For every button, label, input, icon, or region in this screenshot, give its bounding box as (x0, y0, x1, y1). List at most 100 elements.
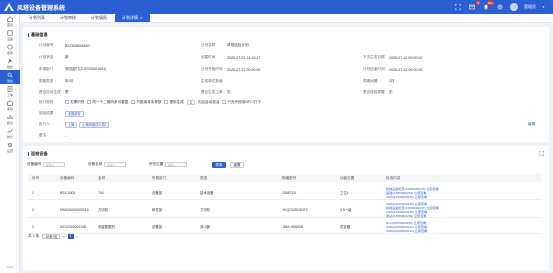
sidebar-item-stats[interactable]: 统计 (0, 126, 20, 140)
sidebar-item-settings[interactable]: 设置 (0, 140, 20, 154)
field-start-date: 计划开始时间 2025-07-07 00:00:00 (201, 67, 261, 72)
sidebar-item-label: 统计 (6, 134, 13, 139)
settings-icon[interactable] (496, 3, 504, 11)
message-badge: 9 (476, 1, 481, 5)
sidebar-item-label: 备件 (6, 50, 13, 55)
field-work-type: 是否生成工单无 (201, 90, 231, 94)
tab-plan-review[interactable]: 计划审核 (53, 14, 83, 22)
close-icon[interactable]: ✕ (140, 16, 143, 20)
field-plan-name: 计划名称 风塔巡检计划 (201, 43, 249, 47)
stock-icon (7, 99, 13, 106)
app-version: V3.0 (6, 265, 14, 269)
search-name: 设备名称 请输入 (88, 162, 127, 167)
chart-icon (7, 114, 13, 119)
order-icon (7, 85, 13, 92)
sidebar-item-label: 设置 (6, 148, 13, 153)
field-gen-type: 是否自动生成是 (39, 90, 69, 94)
doc-links[interactable]: 机械设备检查(ZJ000000233) 立即查看 基础(ZJ000000234)… (382, 187, 542, 199)
checkbox[interactable] (87, 100, 92, 105)
sidebar-item-home[interactable]: 首页 (0, 14, 20, 28)
field-end-date: 计划结束时间 2025-07-12 00:00:00 (363, 67, 423, 72)
code-input[interactable]: 请输入 (43, 162, 66, 167)
field-result: 巡检结果 无需填写 (39, 110, 86, 117)
rule-days-input[interactable]: 2 (186, 100, 195, 105)
rule-days-suffix: 天后自动激活 (197, 100, 220, 104)
field-cycle-value: 周期间隔 1日 (363, 79, 395, 83)
tab-plan-list[interactable]: 计划列表 (22, 14, 52, 22)
field-remind: 是否提前提醒无 (363, 90, 393, 94)
header-actions: 9 99+ 管理员 ▼ (454, 1, 545, 12)
sidebar-item-label: 巡检 (6, 78, 13, 83)
field-remark: 备注 - (39, 133, 67, 138)
rule-option-2[interactable]: 同一个二维码多可重复 (87, 100, 128, 105)
field-executors: 执行人 上海 上海市测试人员1 (39, 121, 111, 128)
rule-option-3[interactable]: 只能填写本考核 (131, 100, 161, 105)
checkbox[interactable] (65, 100, 69, 105)
rule-option-4[interactable]: 提前生成 (164, 100, 184, 105)
doc-links[interactable]: 2025(ZJ000000236) 立即查看 机械设备检查(ZJ00000023… (382, 202, 542, 218)
doc-links[interactable]: Nrm(ZJ000000240) 立即查看 2025(ZJ000000241) … (382, 221, 542, 233)
parts-icon (7, 43, 13, 50)
reset-button[interactable]: 重置 (230, 162, 244, 168)
sidebar-item-maintain[interactable]: 维护 (0, 56, 20, 70)
fullscreen-icon[interactable] (454, 3, 462, 11)
checkbox[interactable] (131, 100, 136, 105)
chevron-down-icon[interactable]: ▼ (542, 5, 545, 9)
wrench-icon (7, 58, 13, 63)
sidebar-item-label: 首页 (6, 22, 13, 27)
bell-icon[interactable]: 99+ (482, 1, 495, 11)
executor-tag: 上海 (65, 121, 78, 128)
tab-plan-fill[interactable]: 计划填报 (84, 14, 114, 22)
search-location: 所在位置 请输入 (149, 162, 188, 167)
section-title: 基础信息 (28, 32, 48, 38)
inspect-icon (7, 72, 13, 78)
sidebar-item-device[interactable]: 设备 (0, 28, 20, 42)
rule-option-1[interactable]: 无需识别 (65, 100, 84, 105)
sidebar-item-parts[interactable]: 备件 (0, 42, 20, 56)
location-input[interactable]: 请输入 (165, 162, 188, 167)
basic-info-card: 基础信息 计划编号 BX2508006562 计划名称 风塔巡检计划 计划状态新 创… (23, 27, 549, 142)
prev-page-icon[interactable]: ‹ (63, 235, 64, 239)
table-row[interactable]: 1 BSX-0001 744 设备部 技术设备 15087111 工位1 机械设… (28, 186, 542, 200)
edit-executors-link[interactable]: 编辑 (528, 122, 535, 127)
sidebar-item-report[interactable]: 报表 (0, 112, 20, 126)
gear-icon (7, 142, 13, 147)
checkbox[interactable] (164, 100, 169, 105)
sidebar-item-inspect[interactable]: 巡检 (0, 70, 20, 84)
table-row[interactable]: 3 DEV2025000148 测量数据机 设备部 测-1器 JMIX-H560… (28, 220, 542, 234)
checkbox[interactable] (222, 100, 227, 105)
username[interactable]: 管理员 (524, 4, 536, 10)
tab-bar: 计划列表 计划审核 计划填报 计划详情 ✕ (20, 14, 553, 23)
home-icon (7, 15, 13, 22)
avatar[interactable] (510, 3, 519, 11)
sidebar-item-label: 维护 (6, 64, 13, 69)
search-button[interactable]: 搜索 (212, 162, 226, 168)
field-plan-status: 计划状态新 (39, 55, 69, 59)
result-tag: 无需填写 (65, 110, 84, 117)
page-number[interactable]: 1 (67, 234, 74, 239)
sidebar-item-order[interactable]: 工单 (0, 84, 20, 98)
tab-plan-detail[interactable]: 计划详情 ✕ (115, 14, 150, 22)
field-created-at: 创建时间 2025-07-01 14:13:27 (201, 55, 261, 60)
field-dept: 申请部门 测试部门(ZJZY00001051) (39, 67, 107, 71)
stats-icon (7, 128, 13, 133)
field-plan-no: 计划编号 BX2508006562 (39, 43, 90, 48)
next-page-icon[interactable]: › (77, 235, 78, 239)
pagination: 共 3 条 10条/页 ‹ 1 › (28, 234, 78, 239)
top-header: 风塔设备管理系统 9 99+ 管理员 ▼ (0, 0, 553, 14)
sidebar-item-label: 库存 (6, 106, 13, 111)
sidebar: 首页 设备 备件 维护 巡检 工单 库存 报表 统计 设置 V3.0 (0, 14, 20, 273)
sidebar-item-label: 设备 (6, 36, 13, 41)
app-logo-icon (3, 2, 15, 12)
page-size-select[interactable]: 10条/页 (42, 234, 61, 239)
table-row[interactable]: 2 DBS05AS0000015 刀切机 研发部 刀切机 YKQ23Z8C5DF… (28, 202, 542, 218)
sidebar-item-stock[interactable]: 库存 (0, 98, 20, 112)
notification-badge: 99+ (486, 1, 495, 5)
expand-icon[interactable] (538, 150, 545, 157)
name-input[interactable]: 请输入 (104, 162, 127, 167)
sidebar-item-label: 工单 (6, 92, 13, 97)
rule-option-5[interactable]: 只允许使用NFC/打卡 (222, 100, 261, 105)
field-next-time: 下次生成日期 2025-07-12 00:00:00 (363, 55, 423, 60)
executor-tag: 上海市测试人员1 (79, 121, 110, 128)
message-icon[interactable]: 9 (468, 1, 481, 11)
